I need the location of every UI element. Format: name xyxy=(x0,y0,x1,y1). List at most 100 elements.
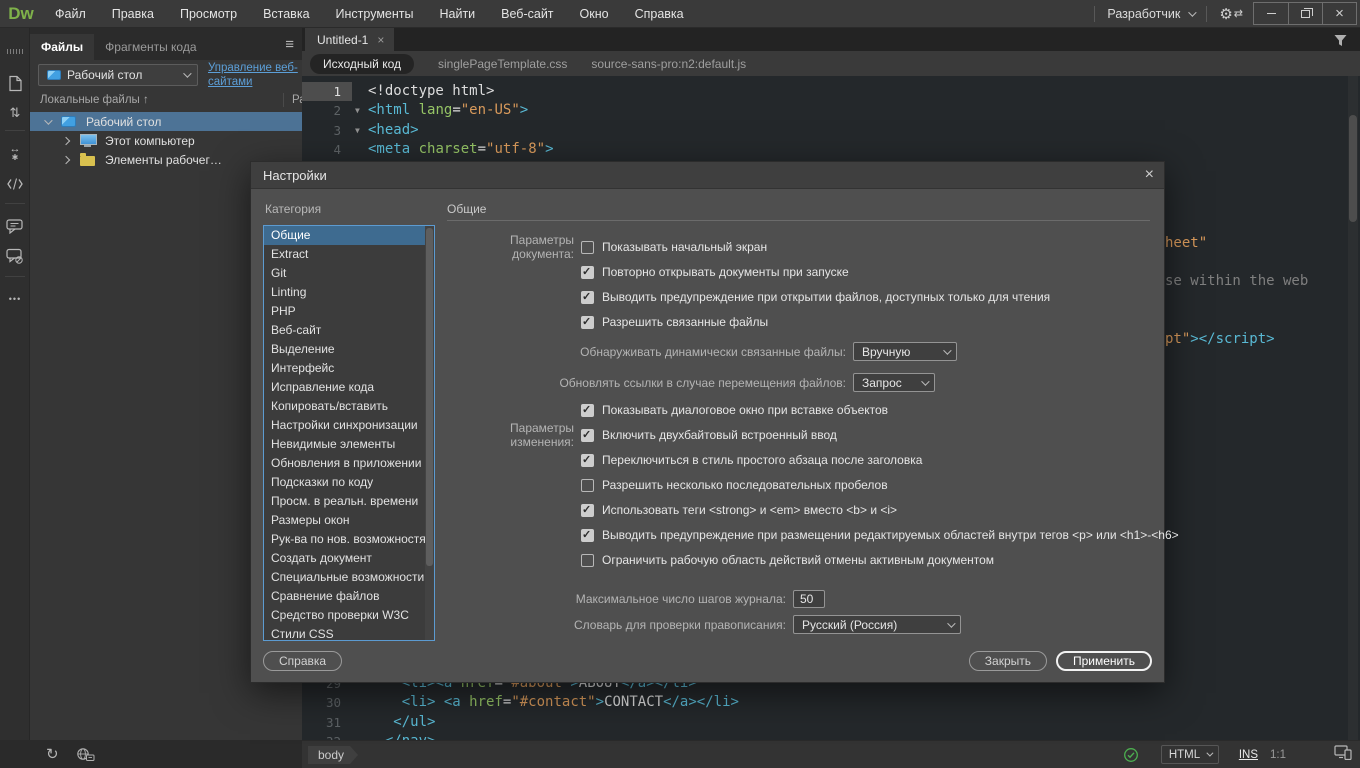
doc-option-checkbox-0[interactable] xyxy=(581,241,594,254)
document-tab[interactable]: Untitled-1 × xyxy=(305,28,394,51)
chevron-right-icon[interactable] xyxy=(62,136,70,144)
menubar-item-2[interactable]: Просмотр xyxy=(167,0,250,27)
panel-menu-icon[interactable]: ≡ xyxy=(285,37,294,52)
tree-row-0[interactable]: Рабочий стол xyxy=(30,112,302,131)
minimize-button[interactable] xyxy=(1254,3,1288,24)
category-item-9[interactable]: Копировать/вставить xyxy=(264,397,434,416)
category-item-20[interactable]: Средство проверки W3C xyxy=(264,606,434,625)
category-item-11[interactable]: Невидимые элементы xyxy=(264,435,434,454)
insert-option-checkbox-0[interactable] xyxy=(581,404,594,417)
related-file-0[interactable]: Исходный код xyxy=(310,54,414,74)
close-icon: × xyxy=(1335,6,1344,21)
menubar-item-7[interactable]: Окно xyxy=(567,0,622,27)
spelling-dictionary-dropdown[interactable]: Русский (Россия) xyxy=(793,615,961,634)
menubar-item-3[interactable]: Вставка xyxy=(250,0,322,27)
tab-close-icon[interactable]: × xyxy=(377,33,384,47)
edit-option-checkbox-1[interactable] xyxy=(581,454,594,467)
tag-selector-body[interactable]: body xyxy=(308,746,358,764)
updown-icon[interactable]: ⇅ xyxy=(0,100,30,126)
more-icon[interactable]: ••• xyxy=(0,286,30,312)
menubar-item-8[interactable]: Справка xyxy=(622,0,697,27)
files-panel-tab-1[interactable]: Фрагменты кода xyxy=(94,34,207,60)
category-item-10[interactable]: Настройки синхронизации xyxy=(264,416,434,435)
chevron-down-icon[interactable] xyxy=(44,116,52,124)
category-item-3[interactable]: Linting xyxy=(264,283,434,302)
related-file-2[interactable]: source-sans-pro:n2:default.js xyxy=(591,57,746,71)
category-item-8[interactable]: Исправление кода xyxy=(264,378,434,397)
apply-button[interactable]: Применить xyxy=(1056,651,1152,671)
category-item-1[interactable]: Extract xyxy=(264,245,434,264)
new-file-icon[interactable] xyxy=(0,70,30,96)
menubar-item-4[interactable]: Инструменты xyxy=(323,0,427,27)
file-status-globe-icon[interactable] xyxy=(76,747,95,766)
dialog-titlebar[interactable]: Настройки × xyxy=(251,162,1164,189)
code-format-icon[interactable] xyxy=(0,171,30,197)
related-file-1[interactable]: singlePageTemplate.css xyxy=(438,57,567,71)
workspace-gear-button[interactable]: ⚙⇄ xyxy=(1219,5,1243,23)
category-item-7[interactable]: Интерфейс xyxy=(264,359,434,378)
category-item-21[interactable]: Стили CSS xyxy=(264,625,434,641)
category-item-6[interactable]: Выделение xyxy=(264,340,434,359)
fold-arrow-icon[interactable]: ▼ xyxy=(355,101,360,120)
editor-scrollbar[interactable] xyxy=(1348,76,1358,740)
help-button[interactable]: Справка xyxy=(263,651,342,671)
category-scrollbar[interactable] xyxy=(425,226,434,640)
related-files-bar: Исходный код singlePageTemplate.css source… xyxy=(302,51,1360,76)
category-item-0[interactable]: Общие xyxy=(264,226,434,245)
edit-option-checkbox-3[interactable] xyxy=(581,504,594,517)
dynamic-files-dropdown[interactable]: Вручную xyxy=(853,342,957,361)
doc-option-checkbox-1[interactable] xyxy=(581,266,594,279)
close-button[interactable]: × xyxy=(1322,3,1356,24)
edit-option-label-5: Ограничить рабочую область действий отме… xyxy=(602,553,994,567)
edit-option-checkbox-5[interactable] xyxy=(581,554,594,567)
category-item-18[interactable]: Специальные возможности xyxy=(264,568,434,587)
menubar-item-1[interactable]: Правка xyxy=(99,0,167,27)
extract-icon[interactable]: ↔✱ xyxy=(0,140,30,166)
scrollbar-thumb[interactable] xyxy=(1349,115,1357,222)
menubar-item-0[interactable]: Файл xyxy=(42,0,99,27)
category-item-13[interactable]: Подсказки по коду xyxy=(264,473,434,492)
filter-funnel-icon[interactable] xyxy=(1333,34,1348,47)
chevron-right-icon[interactable] xyxy=(62,155,70,163)
edit-option-checkbox-0[interactable] xyxy=(581,429,594,442)
category-item-16[interactable]: Рук-ва по нов. возможностя xyxy=(264,530,434,549)
edit-option-checkbox-2[interactable] xyxy=(581,479,594,492)
scrollbar-thumb[interactable] xyxy=(426,228,433,566)
comment-remove-icon xyxy=(6,248,24,264)
update-links-dropdown[interactable]: Запрос xyxy=(853,373,935,392)
code-line: 30 <li> <a href="#contact">CONTACT</a></… xyxy=(302,693,1346,712)
category-item-19[interactable]: Сравнение файлов xyxy=(264,587,434,606)
category-item-5[interactable]: Веб-сайт xyxy=(264,321,434,340)
restore-button[interactable] xyxy=(1288,3,1322,24)
files-panel-tab-0[interactable]: Файлы xyxy=(30,34,94,60)
comment-remove-icon[interactable] xyxy=(0,243,30,269)
dialog-title: Настройки xyxy=(263,168,327,183)
device-preview-icon[interactable] xyxy=(1334,745,1352,765)
edit-option-checkbox-4[interactable] xyxy=(581,529,594,542)
site-dropdown[interactable]: Рабочий стол xyxy=(38,64,198,86)
dialog-close-icon[interactable]: × xyxy=(1145,166,1154,184)
menubar-item-5[interactable]: Найти xyxy=(426,0,488,27)
doctype-dropdown[interactable]: HTML xyxy=(1161,745,1219,764)
category-item-4[interactable]: PHP xyxy=(264,302,434,321)
column-local-files[interactable]: Локальные файлы ↑ xyxy=(40,94,149,106)
tree-row-1[interactable]: Этот компьютер xyxy=(30,131,302,150)
menubar-item-6[interactable]: Веб-сайт xyxy=(488,0,566,27)
workspace-switcher[interactable]: Разработчик xyxy=(1107,7,1194,21)
fold-arrow-icon[interactable]: ▼ xyxy=(355,121,360,140)
category-item-17[interactable]: Создать документ xyxy=(264,549,434,568)
category-item-12[interactable]: Обновления в приложении xyxy=(264,454,434,473)
category-item-2[interactable]: Git xyxy=(264,264,434,283)
history-steps-label: Максимальное число шагов журнала: xyxy=(447,592,793,606)
refresh-icon[interactable]: ↻ xyxy=(46,745,59,763)
category-item-14[interactable]: Просм. в реальн. времени xyxy=(264,492,434,511)
manage-sites-link[interactable]: Управление веб-сайтами xyxy=(208,61,300,90)
category-item-15[interactable]: Размеры окон xyxy=(264,511,434,530)
line-number: 30 xyxy=(302,693,352,712)
doc-option-checkbox-2[interactable] xyxy=(581,291,594,304)
doc-option-checkbox-3[interactable] xyxy=(581,316,594,329)
insert-mode-indicator[interactable]: INS xyxy=(1239,749,1258,761)
comment-icon[interactable] xyxy=(0,213,30,239)
history-steps-input[interactable] xyxy=(793,590,825,608)
close-dialog-button[interactable]: Закрыть xyxy=(969,651,1047,671)
